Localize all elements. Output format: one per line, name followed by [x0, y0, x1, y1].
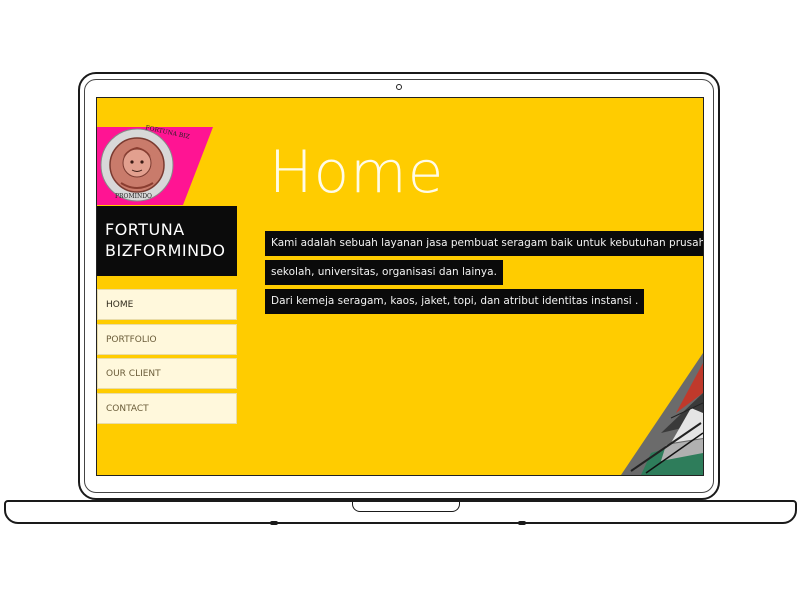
logo-ring-text-bottom: PROMINDO: [115, 193, 152, 200]
nav-item-our-client[interactable]: OUR CLIENT: [97, 358, 237, 389]
intro-line-2: sekolah, universitas, organisasi dan lai…: [265, 260, 503, 285]
intro-line-2-text: sekolah, universitas, organisasi dan lai…: [265, 260, 503, 285]
logo[interactable]: FORTUNA BIZ PROMINDO: [97, 124, 215, 205]
brand-line-1: FORTUNA: [105, 220, 185, 239]
nav-item-home[interactable]: HOME: [97, 289, 237, 320]
decorative-corner-image: [621, 353, 703, 475]
intro-line-3-text: Dari kemeja seragam, kaos, jaket, topi, …: [265, 289, 645, 314]
nav-item-portfolio[interactable]: PORTFOLIO: [97, 323, 237, 355]
page-title: Home: [269, 138, 445, 206]
intro-line-3: Dari kemeja seragam, kaos, jaket, topi, …: [265, 289, 645, 314]
laptop-foot-right: [518, 521, 526, 525]
intro-line-1: Kami adalah sebuah layanan jasa pembuat …: [265, 231, 703, 256]
sidebar-nav: HOME PORTFOLIO OUR CLIENT CONTACT: [97, 289, 237, 427]
brand-line-2: BIZFORMINDO: [105, 241, 226, 260]
nav-item-contact[interactable]: CONTACT: [97, 392, 237, 424]
intro-line-1-text: Kami adalah sebuah layanan jasa pembuat …: [265, 231, 703, 256]
brand-title: FORTUNA BIZFORMINDO: [97, 206, 237, 276]
website-screen: FORTUNA BIZ PROMINDO FORTUNA BIZFORMINDO…: [96, 97, 704, 476]
laptop-foot-left: [270, 521, 278, 525]
laptop-base: [4, 500, 797, 524]
camera-icon: [396, 84, 402, 90]
laptop-base-notch: [352, 502, 460, 512]
